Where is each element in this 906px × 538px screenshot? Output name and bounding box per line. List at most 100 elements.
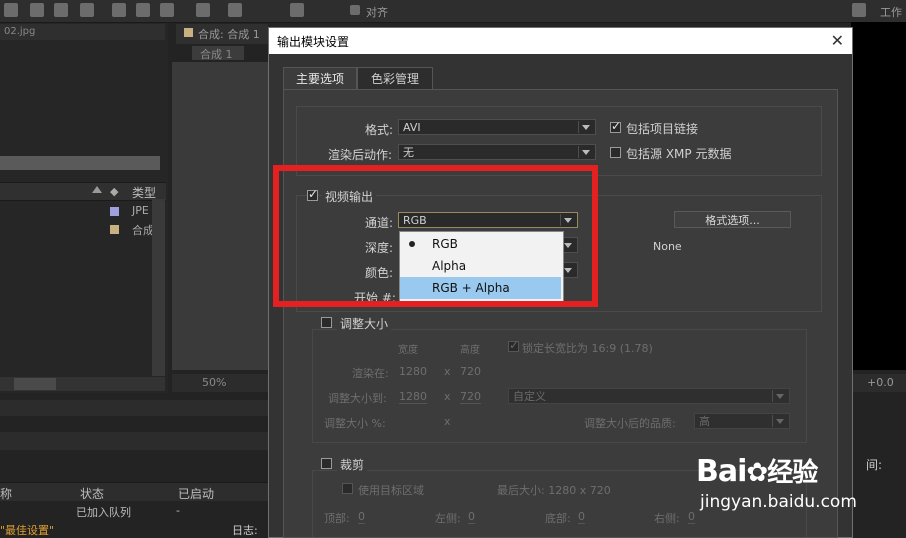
project-search-field[interactable] (0, 156, 160, 170)
composition-tab[interactable]: 合成: 合成 1 (176, 24, 268, 44)
project-column-header: ◆ 类型 (0, 182, 166, 201)
crop-bottom-field[interactable]: 0 (578, 510, 585, 524)
stamp-tool-icon[interactable] (136, 3, 150, 17)
right-panel-footer: +0.0 (851, 374, 906, 392)
tag-icon[interactable]: ◆ (110, 185, 118, 198)
composition-subtab[interactable]: 合成 1 (192, 46, 244, 61)
sort-icon[interactable] (92, 186, 102, 193)
post-render-dropdown[interactable]: 无 (398, 144, 596, 160)
close-icon[interactable]: ✕ (831, 31, 844, 50)
resize-checkbox[interactable] (321, 317, 332, 328)
composition-viewer[interactable] (172, 62, 268, 370)
format-options-button[interactable]: 格式选项... (674, 211, 791, 228)
include-project-link-checkbox[interactable]: ✓ (610, 119, 622, 133)
check-icon: ✓ (611, 119, 622, 133)
rq-status: 已加入队列 (76, 506, 131, 519)
annotation-highlight-box (273, 165, 598, 307)
exposure-value[interactable]: +0.0 (867, 376, 894, 389)
crop-left-label: 左侧: (435, 512, 461, 525)
selection-tool-icon[interactable] (4, 3, 18, 17)
format-value: AVI (403, 121, 421, 134)
tab-main-options[interactable]: 主要选项 (283, 67, 357, 90)
crop-right-field[interactable]: 0 (688, 510, 695, 524)
project-item-row[interactable]: JPE ⊞ (0, 203, 166, 220)
tab-color-management-label: 色彩管理 (370, 72, 419, 86)
rq-col-started[interactable]: 已启动 (178, 485, 214, 502)
app-toolbar: 对齐 工作 (0, 0, 906, 23)
percent-x: x (444, 415, 451, 428)
snap-checkbox[interactable] (350, 5, 360, 15)
scroll-thumb[interactable] (14, 378, 56, 390)
render-height: 720 (460, 365, 481, 378)
crop-left-field[interactable]: 0 (468, 510, 475, 524)
crop-label: 裁剪 (337, 456, 368, 473)
render-at-label: 渲染在: (352, 367, 389, 380)
axis-icon[interactable] (290, 3, 304, 17)
comp-color-swatch (184, 28, 193, 37)
eraser-tool-icon[interactable] (160, 3, 174, 17)
project-tab-label: 02.jpg (4, 26, 36, 37)
lock-aspect-checkbox[interactable]: ✓ (508, 338, 519, 352)
quality-dropdown[interactable]: 高 (694, 413, 790, 429)
resize-width-field[interactable]: 1280 (399, 390, 427, 404)
composition-subtab-label: 合成 1 (200, 48, 233, 61)
time-label: 间: (866, 458, 883, 472)
puppet-tool-icon[interactable] (228, 3, 242, 17)
roto-tool-icon[interactable] (196, 3, 210, 17)
pen-tool-icon[interactable] (54, 3, 68, 17)
quality-value: 高 (699, 415, 710, 428)
resize-to-label: 调整大小到: (328, 392, 387, 405)
horizontal-scrollbar[interactable] (0, 377, 165, 391)
snap-label: 对齐 (366, 6, 388, 19)
zoom-level[interactable]: 50% (202, 376, 226, 389)
right-viewer (851, 22, 906, 370)
dialog-title: 输出模块设置 (277, 35, 350, 49)
quality-label: 调整大小后的品质: (584, 417, 676, 430)
vertical-scrollbar[interactable] (152, 199, 165, 376)
crop-right-label: 右侧: (654, 512, 680, 525)
render-queue-bar (0, 432, 268, 450)
resize-height-field[interactable]: 720 (460, 390, 481, 404)
tab-color-management[interactable]: 色彩管理 (357, 67, 433, 90)
workspace-icon[interactable] (852, 3, 866, 17)
watermark-url: jingyan.baidu.com (700, 492, 857, 512)
post-render-value: 无 (403, 146, 414, 159)
width-label: 宽度 (398, 345, 418, 356)
project-item-row[interactable]: 合成 (0, 221, 166, 238)
rq-col-status[interactable]: 状态 (80, 485, 104, 502)
format-dropdown[interactable]: AVI (398, 119, 596, 135)
include-project-link-label: 包括项目链接 (626, 122, 699, 136)
render-queue-row[interactable]: 已加入队列 - (0, 502, 268, 519)
rectangle-tool-icon[interactable] (30, 3, 44, 17)
tab-main-options-label: 主要选项 (295, 72, 344, 86)
crop-top-label: 顶部: (324, 512, 350, 525)
crop-checkbox[interactable] (321, 458, 332, 469)
paw-icon: ✿ (746, 458, 768, 488)
render-x: x (444, 365, 451, 378)
label-color-swatch (110, 225, 119, 234)
crop-top-field[interactable]: 0 (358, 510, 365, 524)
post-render-label: 渲染后动作: (328, 148, 393, 162)
resize-percent-label: 调整大小 %: (324, 417, 386, 430)
project-tab[interactable]: 02.jpg (0, 24, 165, 40)
use-roi-checkbox[interactable] (342, 483, 353, 494)
project-panel: 02.jpg ◆ 类型 JPE ⊞ 合成 (0, 23, 168, 393)
resize-preset-dropdown[interactable]: 自定义 (508, 388, 790, 404)
dialog-titlebar[interactable]: 输出模块设置 ✕ (269, 28, 852, 54)
chevron-down-icon (578, 121, 592, 133)
rq-col-name[interactable]: 称 (0, 485, 12, 502)
crop-bottom-label: 底部: (545, 512, 571, 525)
workspace-label[interactable]: 工作 (880, 4, 902, 20)
resize-preset-value: 自定义 (513, 390, 546, 403)
render-queue-header: 称 状态 已启动 (0, 482, 268, 501)
render-settings-row[interactable]: "最佳设置" 日志: (0, 521, 268, 537)
use-roi-label: 使用目标区域 (358, 484, 424, 497)
resize-label: 调整大小 (337, 315, 392, 332)
brush-tool-icon[interactable] (112, 3, 126, 17)
text-tool-icon[interactable] (80, 3, 94, 17)
chevron-down-icon (578, 146, 592, 158)
lock-aspect-label: 锁定长宽比为 16:9 (1.78) (522, 342, 653, 355)
render-width: 1280 (399, 365, 427, 378)
label-color-swatch (110, 207, 119, 216)
include-xmp-checkbox[interactable] (610, 147, 621, 158)
